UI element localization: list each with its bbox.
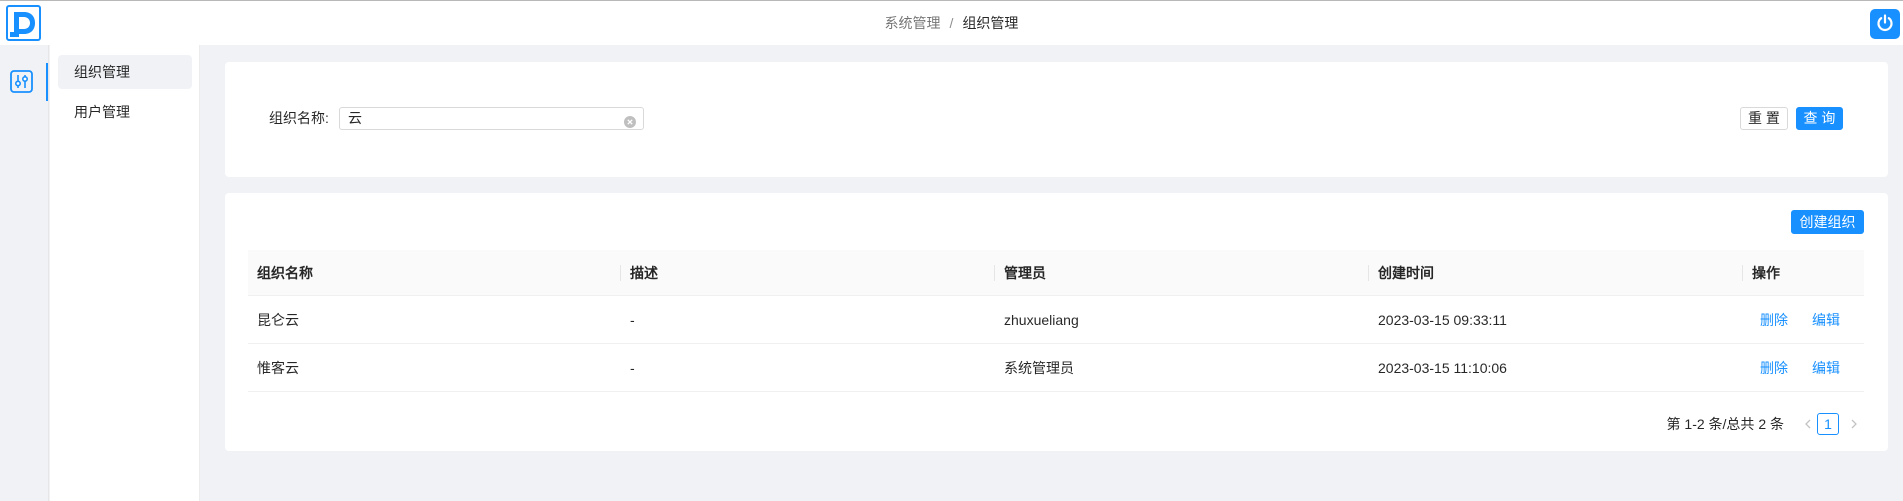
org-table: 组织名称 描述 管理员 创建时间 操作 昆仑云 - zhuxueliang 20… [248,250,1864,392]
power-icon [1875,13,1895,36]
top-bar: 系统管理 / 组织管理 [0,0,1903,45]
cell-name: 昆仑云 [257,311,299,328]
search-card: 组织名称: 云 重 置 查 询 [225,62,1888,177]
breadcrumb-parent[interactable]: 系统管理 [885,13,941,33]
breadcrumb: 系统管理 / 组织管理 [0,1,1903,45]
delete-link[interactable]: 删除 [1760,358,1788,378]
table-row: 昆仑云 - zhuxueliang 2023-03-15 09:33:11 删除… [248,296,1864,344]
sliders-icon[interactable] [10,70,33,93]
org-name-input-value: 云 [348,110,362,126]
cell-created: 2023-03-15 11:10:06 [1378,359,1507,376]
sidebar: 组织管理 用户管理 [50,45,200,501]
breadcrumb-separator: / [949,15,954,31]
pagination-page-current[interactable]: 1 [1817,413,1839,435]
org-name-label: 组织名称: [269,110,329,126]
create-org-button[interactable]: 创建组织 [1791,210,1864,234]
delete-link[interactable]: 删除 [1760,310,1788,330]
column-header-description: 描述 [621,250,995,295]
cell-created: 2023-03-15 09:33:11 [1378,311,1507,328]
sidebar-item-users[interactable]: 用户管理 [58,95,192,129]
cell-actions: 删除 编辑 [1743,296,1864,343]
org-name-input[interactable]: 云 [339,107,644,130]
cell-admin: zhuxueliang [1004,311,1079,328]
cell-name: 惟客云 [257,359,299,376]
column-header-actions: 操作 [1752,264,1780,281]
column-header-created: 创建时间 [1369,250,1743,295]
column-header-name: 组织名称 [248,250,621,295]
rail-active-indicator [46,63,48,101]
table-header-row: 组织名称 描述 管理员 创建时间 操作 [248,250,1864,296]
reset-button[interactable]: 重 置 [1740,107,1788,130]
query-button[interactable]: 查 询 [1796,107,1843,130]
edit-link[interactable]: 编辑 [1812,310,1840,330]
breadcrumb-current: 组织管理 [962,15,1019,31]
clear-icon[interactable] [624,113,636,128]
edit-link[interactable]: 编辑 [1812,358,1840,378]
chevron-right-icon[interactable] [1847,417,1861,431]
cell-admin: 系统管理员 [1004,359,1074,376]
cell-actions: 删除 编辑 [1743,344,1864,391]
sidebar-item-organization[interactable]: 组织管理 [58,55,192,89]
column-header-admin: 管理员 [995,250,1369,295]
cell-description: - [630,359,635,376]
icon-rail [0,45,49,501]
chevron-left-icon[interactable] [1801,417,1815,431]
pagination-summary: 第 1-2 条/总共 2 条 [1666,416,1784,432]
table-row: 惟客云 - 系统管理员 2023-03-15 11:10:06 删除 编辑 [248,344,1864,392]
table-card: 创建组织 组织名称 描述 管理员 创建时间 操作 昆仑云 - zhuxuelia… [225,193,1888,451]
power-button[interactable] [1870,9,1900,39]
cell-description: - [630,311,635,328]
